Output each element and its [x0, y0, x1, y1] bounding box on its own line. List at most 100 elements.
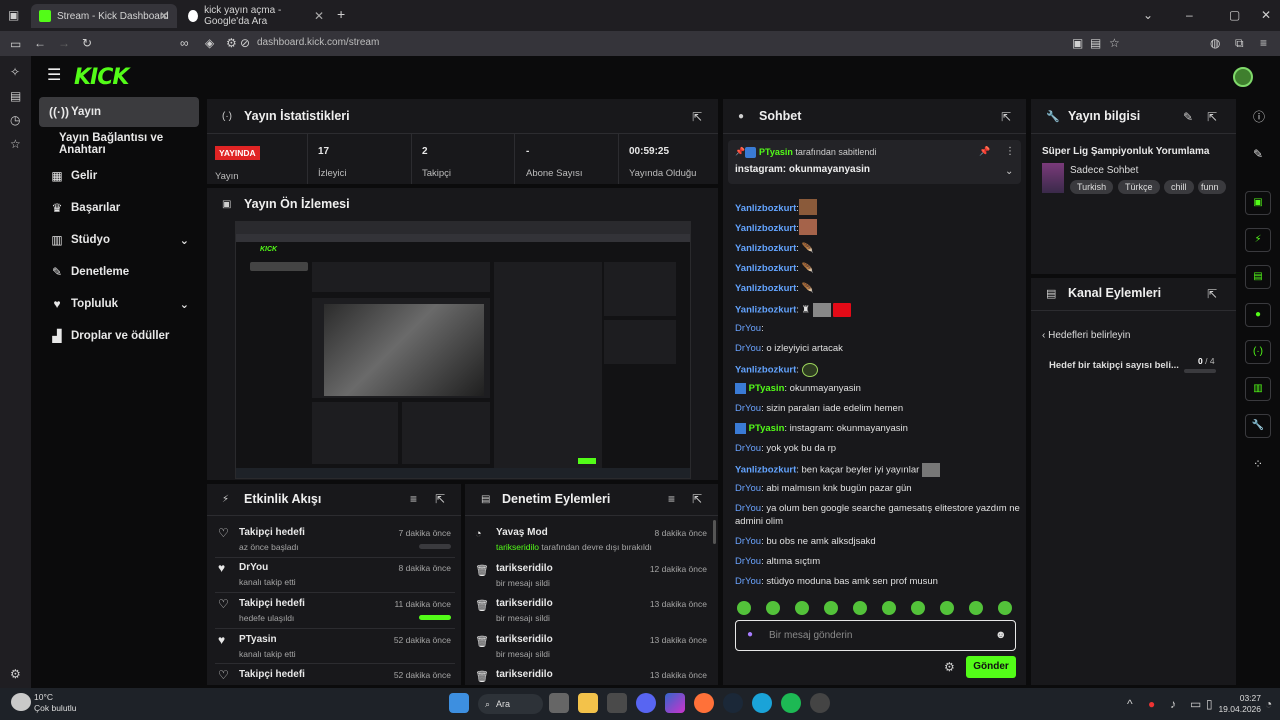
event-row[interactable]: ♥ PTyasin kanalı takip etti 52 dakika ön…: [208, 629, 458, 663]
tab-google[interactable]: kick yayın açma - Google'da Ara ✕: [180, 4, 332, 28]
event-row[interactable]: ♡ Takipçi hedefi hedefe ulaşıldı 11 daki…: [208, 593, 458, 627]
extensions-icon[interactable]: ⧉: [1235, 37, 1244, 49]
moderation-row[interactable]: 🗑 tarikseridilo 13 dakika önce: [466, 664, 716, 684]
settings-gear-icon[interactable]: ⚙: [10, 668, 21, 680]
event-row[interactable]: ♥ DrYou kanalı takip etti 8 dakika önce: [208, 557, 458, 591]
tab-stream[interactable]: Stream - Kick Dashboard ✕: [31, 4, 177, 28]
microphone-icon[interactable]: ♪: [1170, 698, 1176, 710]
filter-icon[interactable]: ≡: [410, 493, 417, 505]
chevron-down-icon[interactable]: ⌄: [1005, 166, 1013, 177]
moderation-row[interactable]: 🗑 tarikseridilo bir mesajı sildi 13 daki…: [466, 593, 716, 627]
rail-button-preview[interactable]: ▣: [1245, 191, 1271, 215]
pinned-message[interactable]: 📌 PTyasin tarafından sabitlendi instagra…: [728, 140, 1021, 184]
chat-user[interactable]: Yanlizbozkurt: [735, 305, 796, 316]
file-explorer-icon[interactable]: [578, 693, 598, 713]
emote-button[interactable]: [766, 601, 780, 615]
emote-button[interactable]: [824, 601, 838, 615]
weather-desc[interactable]: Çok bulutlu: [34, 703, 77, 713]
chat-user[interactable]: DrYou: [735, 323, 761, 334]
notification-icon[interactable]: ◔: [1265, 698, 1272, 710]
popout-icon[interactable]: ⇱: [435, 493, 445, 505]
chat-user[interactable]: DrYou: [735, 536, 761, 547]
history-icon[interactable]: ◷: [10, 114, 20, 126]
reader-icon[interactable]: ▤: [1090, 37, 1101, 49]
emote-button[interactable]: [853, 601, 867, 615]
event-row[interactable]: ♡ Takipçi hedefi 52 dakika önce: [208, 664, 458, 684]
chat-user[interactable]: DrYou: [735, 503, 761, 514]
chat-message[interactable]: DrYou: abi malmısın knk bugün pazar gün: [735, 483, 912, 494]
rail-button-moderation[interactable]: ▤: [1245, 265, 1271, 289]
chat-message[interactable]: Yanlizbozkurt: ben kaçar beyler iyi yayı…: [735, 463, 940, 477]
avatar[interactable]: [1233, 67, 1253, 87]
unpin-icon[interactable]: 📌: [979, 146, 990, 157]
chat-message[interactable]: Yanlizbozkurt:: [735, 219, 817, 235]
popout-icon[interactable]: ⇱: [692, 111, 702, 123]
chat-message[interactable]: DrYou: yok yok bu da rp: [735, 443, 836, 454]
popout-icon[interactable]: ⇱: [1001, 111, 1011, 123]
windows-start-icon[interactable]: [449, 693, 469, 713]
nav-item-gelir[interactable]: ▦ Gelir: [39, 161, 199, 191]
chat-message[interactable]: Yanlizbozkurt:: [735, 363, 818, 377]
emote-button[interactable]: [911, 601, 925, 615]
display-icon[interactable]: ▭: [1190, 698, 1201, 710]
chat-user[interactable]: DrYou: [735, 483, 761, 494]
chat-user[interactable]: Yanlizbozkurt: [735, 203, 796, 214]
chat-message[interactable]: Yanlizbozkurt: 🪶: [735, 283, 813, 294]
nav-item-basarilar[interactable]: ♛ Başarılar: [39, 193, 199, 223]
chat-message[interactable]: DrYou: ya olum ben google searche gamesa…: [735, 503, 1020, 514]
stream-preview-video[interactable]: KICK: [235, 221, 691, 479]
screenshot-icon[interactable]: ▣: [1072, 37, 1083, 49]
rail-button-chat[interactable]: ●: [1245, 303, 1271, 327]
chat-message[interactable]: PTyasin: okunmayanyasin: [735, 383, 861, 394]
task-view-icon[interactable]: [549, 693, 569, 713]
sidebar-toggle-icon[interactable]: ▭: [10, 38, 21, 50]
goal-label[interactable]: Hedef bir takipçi sayısı beli...: [1049, 360, 1179, 371]
mic-icon[interactable]: ●: [747, 629, 753, 640]
chat-user[interactable]: DrYou: [735, 576, 761, 587]
permissions-icon[interactable]: ⚙: [226, 37, 237, 49]
tag-chip[interactable]: Turkish: [1070, 180, 1114, 194]
weather-temp[interactable]: 10°C: [34, 692, 53, 702]
info-icon[interactable]: ⓘ: [1253, 111, 1265, 123]
tab-actions-icon[interactable]: ▣: [8, 9, 19, 21]
tag-chip[interactable]: Türkçe: [1118, 180, 1160, 194]
ai-icon[interactable]: ✧: [10, 66, 20, 78]
emote-button[interactable]: [795, 601, 809, 615]
more-apps-icon[interactable]: ⁘: [1253, 458, 1263, 470]
shield-icon[interactable]: ◈: [205, 37, 214, 49]
chat-message[interactable]: PTyasin: instagram: okunmayanyasin: [735, 423, 908, 434]
emote-button[interactable]: [998, 601, 1012, 615]
bookmarks-icon[interactable]: ▤: [10, 90, 21, 102]
maximize-icon[interactable]: ▢: [1229, 9, 1240, 21]
hamburger-menu-icon[interactable]: ☰: [47, 68, 61, 84]
bookmark-star-icon[interactable]: ☆: [1109, 37, 1120, 49]
back-icon[interactable]: ←: [34, 37, 46, 49]
taskbar-search[interactable]: ⌕ Ara: [478, 694, 543, 714]
chat-message[interactable]: DrYou: bu obs ne amk alksdjsakd: [735, 536, 876, 547]
tag-chip[interactable]: chill: [1164, 180, 1194, 194]
nav-item-stream-key[interactable]: Yayın Bağlantısı ve Anahtarı: [39, 129, 209, 159]
reload-icon[interactable]: ↻: [82, 37, 92, 49]
rail-button-stats[interactable]: (·): [1245, 340, 1271, 364]
chat-message[interactable]: DrYou:: [735, 323, 764, 334]
chat-user[interactable]: DrYou: [735, 343, 761, 354]
chat-message[interactable]: Yanlizbozkurt: ♜: [735, 303, 852, 317]
scrollbar[interactable]: [713, 520, 716, 544]
chat-user[interactable]: PTyasin: [749, 423, 785, 434]
chat-user[interactable]: Yanlizbozkurt: [735, 283, 796, 294]
chevron-down-icon[interactable]: ⌄: [1143, 9, 1153, 21]
clock-date[interactable]: 19.04.2026: [1213, 704, 1261, 714]
window-close-icon[interactable]: ✕: [1261, 9, 1271, 21]
chat-message[interactable]: DrYou: sizin paraları iade edelim hemen: [735, 403, 903, 414]
chat-user[interactable]: DrYou: [735, 556, 761, 567]
moderation-row[interactable]: 🗑 tarikseridilo bir mesajı sildi 12 daki…: [466, 558, 716, 592]
tray-app-icon[interactable]: ●: [1148, 698, 1155, 710]
close-icon[interactable]: ✕: [159, 9, 169, 23]
clock-time[interactable]: 03:27: [1219, 693, 1261, 703]
menu-icon[interactable]: ≡: [1260, 37, 1267, 49]
nav-item-droplar[interactable]: ▟ Droplar ve ödüller: [39, 321, 199, 351]
kick-logo[interactable]: KICK: [74, 65, 129, 90]
category-name[interactable]: Sadece Sohbet: [1070, 165, 1138, 176]
spotify-icon[interactable]: [781, 693, 801, 713]
tag-chip[interactable]: funn: [1198, 180, 1226, 194]
